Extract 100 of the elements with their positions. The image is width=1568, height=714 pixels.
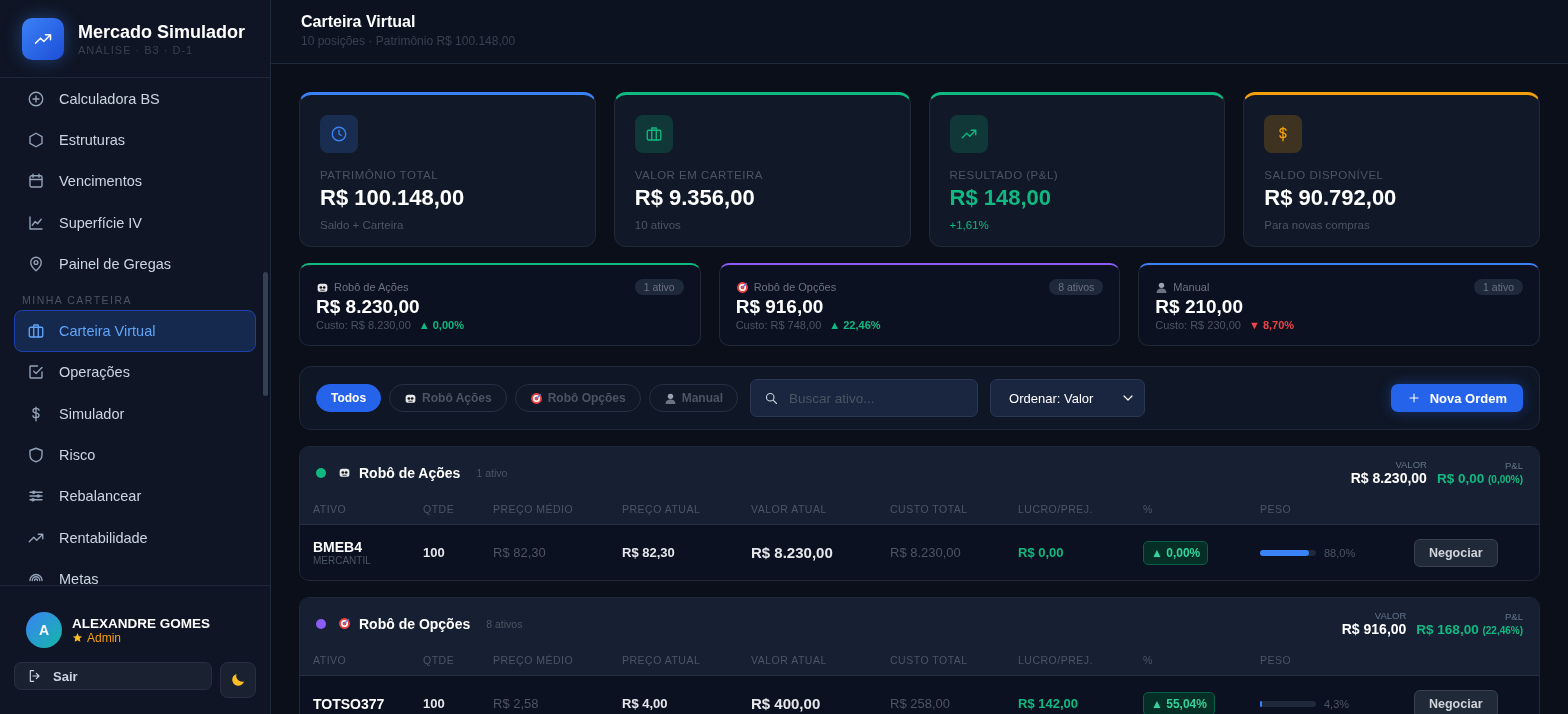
briefcase-icon — [27, 322, 45, 341]
new-order-button[interactable]: Nova Ordem — [1390, 384, 1523, 412]
table-cell-text: R$ 82,30 — [622, 545, 676, 560]
stat-label: PATRIMÔNIO TOTAL — [320, 169, 440, 181]
pin-icon — [27, 254, 45, 273]
strategy-value: R$ 8.230,00 — [316, 296, 421, 318]
change-badge: ▲ 0,00% — [1143, 540, 1209, 565]
app-title: Mercado Simulador — [78, 22, 246, 43]
strategy-name: Robô de Opções — [753, 281, 837, 293]
stat-label: RESULTADO (P&L) — [949, 169, 1060, 181]
target-icon — [735, 280, 749, 294]
table-cell-text: R$ 8.230,00 — [751, 544, 834, 561]
table-cell-text: R$ 142,00 — [1018, 696, 1079, 711]
stat-note: 10 ativos — [634, 219, 682, 231]
stat-note: Para novas compras — [1264, 219, 1371, 231]
briefcase-icon — [634, 115, 673, 153]
weight-value: 88,0% — [1324, 546, 1356, 559]
sidebar-item[interactable]: Risco — [14, 434, 256, 476]
total-label: VALOR — [1395, 459, 1427, 470]
scrollbar[interactable] — [263, 272, 268, 396]
stat-value: R$ 9.356,00 — [634, 185, 756, 211]
table-cell-text: 100 — [423, 696, 446, 711]
table-cell-text: R$ 8.230,00 — [890, 545, 962, 560]
star-icon — [72, 632, 83, 643]
sidebar-item[interactable]: Estruturas — [14, 119, 256, 161]
logout-button[interactable]: Sair — [14, 662, 212, 690]
table-cell-text: R$ 0,00 — [1018, 545, 1065, 560]
sidebar-item[interactable]: Painel de Gregas — [14, 243, 256, 285]
group-title: Robô de Ações — [359, 464, 461, 481]
table-cell-text: 100 — [423, 545, 446, 560]
user-role: Admin — [72, 630, 210, 645]
stat-value: R$ 100.148,00 — [320, 185, 466, 211]
sidebar-section-label: MINHA CARTEIRA — [21, 293, 134, 309]
strategy-cost: Custo: R$ 748,00 — [735, 319, 822, 331]
trade-button[interactable]: Negociar — [1414, 689, 1498, 714]
group-title: Robô de Opções — [359, 615, 471, 632]
sidebar-item[interactable]: Operações — [14, 351, 256, 394]
sidebar-item[interactable]: Calculadora BS — [14, 78, 256, 120]
strategy-change: ▲ 22,46% — [829, 319, 881, 331]
company-cell-text: MERCANTIL — [313, 555, 372, 566]
plus-icon — [1406, 391, 1421, 405]
strategy-cost: Custo: R$ 8.230,00 — [316, 319, 411, 331]
hexagon-icon — [27, 130, 45, 149]
asset-count-badge: 1 ativo — [634, 279, 684, 295]
trade-button[interactable]: Negociar — [1414, 538, 1498, 567]
strategy-cost: Custo: R$ 230,00 — [1155, 319, 1241, 331]
asset-count-badge: 8 ativos — [1049, 279, 1104, 295]
calendar-icon — [27, 172, 45, 191]
chart-icon — [27, 213, 45, 232]
user-name: ALEXANDRE GOMES — [72, 615, 210, 631]
sort-dropdown[interactable]: Ordenar: Valor — [990, 379, 1146, 417]
sidebar-item[interactable]: Superfície IV — [14, 201, 256, 244]
target-icon — [529, 391, 543, 405]
column-header: % — [1143, 503, 1154, 515]
sidebar-item[interactable]: Vencimentos — [14, 160, 256, 202]
asset-count-badge: 1 ativo — [1474, 279, 1523, 295]
check-icon — [27, 363, 45, 382]
ticker-cell-text: TOTSO377 — [313, 695, 386, 712]
group-pl: R$ 168,00 (22,46%) — [1416, 622, 1523, 637]
trend-icon — [949, 115, 988, 153]
user-avatar: A — [26, 612, 62, 648]
strategy-value: R$ 210,00 — [1155, 296, 1244, 318]
ticker-cell-text: BMEB4 — [313, 539, 363, 555]
group-pl: R$ 0,00 (0,00%) — [1436, 471, 1523, 486]
sidebar-item[interactable]: Simulador — [14, 393, 256, 435]
sidebar-item[interactable]: Rebalancear — [14, 475, 256, 517]
stat-note: Saldo + Carteira — [320, 219, 405, 231]
total-label: VALOR — [1374, 610, 1407, 621]
column-header: % — [1143, 654, 1154, 666]
table-cell-text: R$ 400,00 — [751, 695, 822, 712]
stat-value: R$ 90.792,00 — [1264, 185, 1398, 211]
total-label: P&L — [1505, 611, 1523, 622]
sidebar-item[interactable]: Carteira Virtual — [14, 310, 256, 352]
plus-circle-icon — [27, 89, 45, 108]
weight-value: 4,3% — [1324, 697, 1350, 710]
theme-toggle-button[interactable] — [220, 662, 256, 698]
robot-icon — [338, 466, 351, 479]
group-value: R$ 916,00 — [1341, 621, 1407, 637]
sidebar-item[interactable]: Rentabilidade — [14, 516, 256, 559]
dollar-icon — [1264, 115, 1303, 153]
strategy-name: Robô de Ações — [334, 281, 409, 293]
stat-label: VALOR EM CARTEIRA — [634, 169, 764, 181]
strategy-name: Manual — [1173, 281, 1210, 293]
page-title: Carteira Virtual — [301, 13, 417, 31]
table-cell-text: R$ 258,00 — [890, 696, 951, 711]
person-icon — [663, 391, 677, 405]
sidebar-item[interactable]: Metas — [14, 558, 256, 585]
total-label: P&L — [1505, 460, 1523, 471]
stat-value: R$ 148,00 — [949, 185, 1053, 211]
filter-chip[interactable]: Todos — [316, 384, 382, 412]
strategy-value: R$ 916,00 — [735, 296, 825, 318]
clock-icon — [320, 115, 358, 153]
change-badge: ▲ 55,04% — [1143, 691, 1215, 714]
table-cell-text: R$ 2,58 — [493, 696, 540, 711]
shield-icon — [27, 446, 45, 464]
person-icon — [1155, 280, 1169, 294]
target-icon — [338, 617, 351, 630]
strategy-change: ▲ 0,00% — [418, 319, 464, 331]
table-cell-text: R$ 4,00 — [622, 696, 669, 711]
stat-label: SALDO DISPONÍVEL — [1264, 169, 1385, 181]
